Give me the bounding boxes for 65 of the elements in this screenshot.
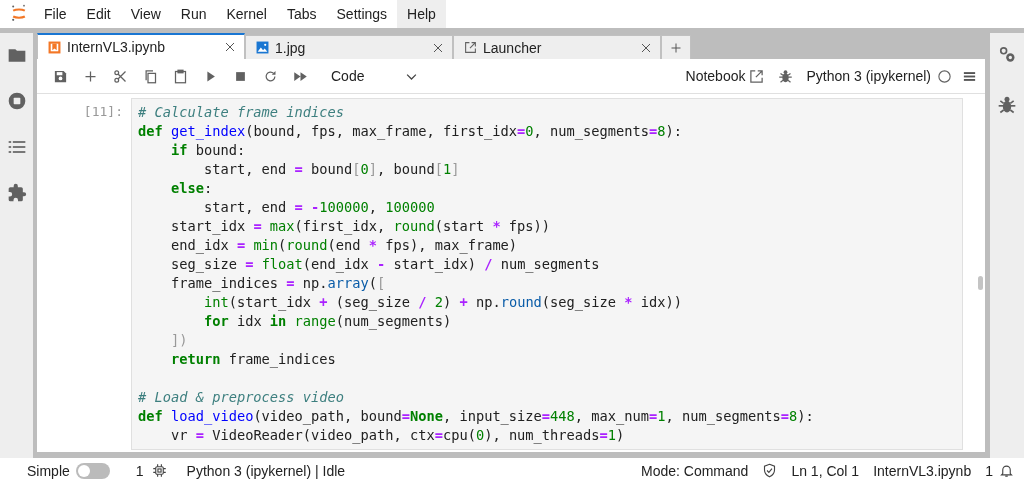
tab-label: Launcher — [483, 39, 543, 56]
external-link-icon — [464, 41, 477, 54]
kernel-status: Python 3 (ipykernel) | Idle — [186, 462, 346, 479]
menu-item[interactable]: Settings — [326, 0, 398, 28]
document-tab[interactable]: InternVL3.ipynb — [37, 33, 245, 59]
code-line: start, end = bound[0], bound[1] — [202, 160, 461, 179]
code-line: if bound: — [169, 141, 247, 160]
code-cell[interactable] — [131, 98, 963, 450]
menu-item[interactable]: View — [120, 0, 171, 28]
code-line: start, end = -100000, 100000 — [202, 198, 436, 217]
gears-icon[interactable] — [997, 45, 1017, 65]
bug-icon[interactable] — [997, 95, 1017, 115]
code-line: ]) — [169, 331, 189, 350]
code-line: frame_indices = np.array([ — [169, 274, 387, 293]
mode-status: Mode: Command — [641, 462, 749, 479]
notebook-button[interactable]: Notebook — [679, 68, 771, 84]
code-line: seg_size = float(end_idx - start_idx) / num_segments — [169, 255, 601, 274]
menu-item[interactable]: Edit — [76, 0, 121, 28]
external-link-icon — [749, 68, 765, 84]
bug-icon[interactable] — [778, 68, 793, 84]
code-line: def get_index(bound, fps, max_frame, first_idx=0, num_segments=8): — [138, 122, 683, 141]
shield-check-icon[interactable] — [762, 463, 778, 478]
stop-circle-icon[interactable] — [6, 91, 27, 111]
tab-label: 1.jpg — [275, 39, 307, 56]
file-name: InternVL3.ipynb — [873, 462, 972, 479]
menu-item[interactable]: Help — [397, 0, 446, 28]
code-line: # Calculate frame indices — [138, 103, 345, 122]
simple-mode-toggle[interactable] — [75, 462, 110, 479]
cursor-position[interactable]: Ln 1, Col 1 — [791, 462, 860, 479]
menu-item[interactable]: Run — [170, 0, 217, 28]
scrollbar-thumb[interactable] — [978, 276, 983, 290]
code-line: # Load & preprocess video — [138, 388, 345, 407]
scissors-icon[interactable] — [112, 68, 128, 84]
notification-count: 1 — [985, 462, 993, 479]
close-icon[interactable] — [640, 41, 652, 54]
code-line: start_idx = max(first_idx, round(start * fps)) — [169, 217, 552, 236]
menu-item[interactable]: Tabs — [276, 0, 327, 28]
status-text: Simple — [27, 462, 70, 479]
cell-prompt: [11]: — [82, 103, 123, 121]
puzzle-icon[interactable] — [6, 183, 27, 203]
notebook-icon — [48, 40, 61, 54]
clipboard-icon[interactable] — [172, 68, 188, 84]
tab-label: InternVL3.ipynb — [67, 39, 167, 55]
chip-icon — [151, 463, 167, 478]
menu-item[interactable]: Kernel — [216, 0, 277, 28]
document-tab[interactable]: 1.jpg — [245, 35, 453, 59]
cell-type-dropdown[interactable]: Code — [327, 64, 423, 88]
code-line: end_idx = min(round(end * fps), max_frame) — [169, 236, 519, 255]
document-tab[interactable]: Launcher — [453, 35, 661, 59]
image-icon — [256, 41, 269, 54]
code-line: else: — [169, 179, 214, 198]
code-line: def load_video(video_path, bound=None, input_size=448, max_num=1, num_segments=8): — [138, 407, 815, 426]
code-line: int(start_idx + (seg_size / 2) + np.round(seg_size * idx)) — [202, 293, 683, 312]
copy-icon[interactable] — [142, 68, 158, 84]
close-icon[interactable] — [432, 41, 444, 54]
close-icon[interactable] — [224, 41, 236, 53]
terminal-count: 1 — [135, 462, 144, 479]
kernel-name-button[interactable]: Python 3 (ipykernel) — [800, 68, 937, 84]
save-icon[interactable] — [52, 68, 68, 84]
menu-item[interactable]: File — [34, 0, 77, 28]
code-line: return frame_indices — [169, 350, 337, 369]
code-line: for idx in range(num_segments) — [202, 312, 453, 331]
plus-icon — [670, 41, 682, 54]
code-line: vr = VideoReader(video_path, ctx=cpu(0), num_threads=1) — [169, 426, 626, 445]
bell-icon[interactable] — [999, 463, 1014, 478]
